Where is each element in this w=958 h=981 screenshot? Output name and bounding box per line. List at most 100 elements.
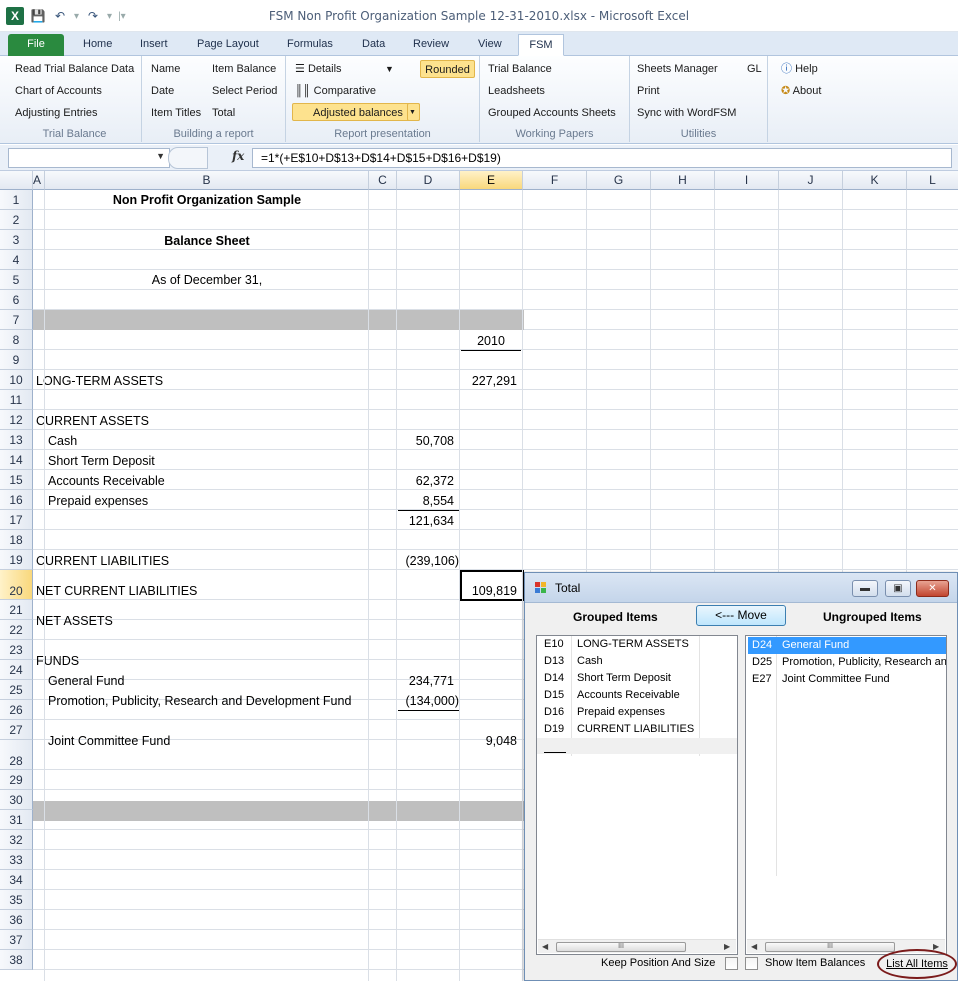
row-header[interactable]: 34 (0, 870, 33, 890)
insert-function-icon[interactable]: fx (232, 149, 244, 163)
row-header[interactable]: 31 (0, 810, 33, 830)
row-header[interactable]: 20 (0, 570, 33, 600)
column-header[interactable]: B (45, 171, 369, 190)
row-header[interactable]: 11 (0, 390, 33, 410)
horizontal-scrollbar[interactable]: ◀ III ▶ (538, 939, 736, 953)
tab-insert[interactable]: Insert (136, 34, 172, 56)
row-header[interactable]: 15 (0, 470, 33, 490)
scroll-thumb[interactable]: III (765, 942, 895, 952)
row-header[interactable]: 25 (0, 680, 33, 700)
row-header[interactable]: 27 (0, 720, 33, 740)
scroll-right-icon[interactable]: ▶ (724, 940, 730, 954)
row-header[interactable]: 29 (0, 770, 33, 790)
row-header[interactable]: 13 (0, 430, 33, 450)
select-period-button[interactable]: Select Period (209, 82, 280, 100)
ungrouped-items-list[interactable]: D24 General Fund D25 Promotion, Publicity,… (745, 635, 947, 955)
trial-balance-sheet-button[interactable]: Trial Balance (485, 60, 555, 78)
column-header[interactable]: L (907, 171, 958, 190)
close-button[interactable]: ✕ (916, 580, 949, 597)
help-button[interactable]: ⓘ Help (778, 60, 821, 78)
print-button[interactable]: Print (634, 82, 663, 100)
row-header[interactable]: 33 (0, 850, 33, 870)
row-header[interactable]: 17 (0, 510, 33, 530)
scroll-left-icon[interactable]: ◀ (542, 940, 548, 954)
column-header[interactable]: H (651, 171, 715, 190)
tab-file[interactable]: File (8, 34, 64, 56)
column-header[interactable]: D (397, 171, 460, 190)
row-header[interactable]: 30 (0, 790, 33, 810)
row-header[interactable]: 36 (0, 910, 33, 930)
row-header[interactable]: 5 (0, 270, 33, 290)
read-trial-balance-button[interactable]: Read Trial Balance Data (12, 60, 137, 78)
row-header[interactable]: 8 (0, 330, 33, 350)
row-header[interactable]: 1 (0, 190, 33, 210)
column-header[interactable]: A (33, 171, 45, 190)
column-header[interactable]: J (779, 171, 843, 190)
adjusting-entries-button[interactable]: Adjusting Entries (12, 104, 101, 122)
row-header[interactable]: 4 (0, 250, 33, 270)
tab-review[interactable]: Review (409, 34, 453, 56)
grouped-accounts-sheets-button[interactable]: Grouped Accounts Sheets (485, 104, 619, 122)
adjusted-dropdown-icon[interactable]: ▼ (407, 103, 420, 121)
total-button[interactable]: Total (209, 104, 238, 122)
item-balance-button[interactable]: Item Balance (209, 60, 279, 78)
details-button[interactable]: ☰ Details (292, 60, 345, 78)
row-header[interactable]: 21 (0, 600, 33, 620)
row-header[interactable]: 16 (0, 490, 33, 510)
adjusted-balances-button[interactable]: Adjusted balances (292, 103, 420, 121)
name-button[interactable]: Name (148, 60, 183, 78)
sync-wordfsm-button[interactable]: Sync with WordFSM (634, 104, 739, 122)
row-header[interactable]: 12 (0, 410, 33, 430)
formula-input[interactable]: =1*(+E$10+D$13+D$14+D$15+D$16+D$19) (252, 148, 952, 168)
row-header[interactable]: 2 (0, 210, 33, 230)
restore-button[interactable]: ▣ (885, 580, 911, 597)
column-header[interactable]: I (715, 171, 779, 190)
tab-page-layout[interactable]: Page Layout (193, 34, 263, 56)
list-all-items-link[interactable]: List All Items (877, 949, 957, 979)
row-header[interactable]: 28 (0, 740, 33, 770)
row-header[interactable]: 38 (0, 950, 33, 970)
row-header[interactable]: 26 (0, 700, 33, 720)
row-header[interactable]: 32 (0, 830, 33, 850)
move-button[interactable]: <--- Move (696, 605, 786, 626)
gl-button[interactable]: GL (744, 60, 765, 78)
row-header[interactable]: 24 (0, 660, 33, 680)
row-header[interactable]: 7 (0, 310, 33, 330)
row-header[interactable]: 23 (0, 640, 33, 660)
row-header[interactable]: 9 (0, 350, 33, 370)
tab-fsm[interactable]: FSM (518, 34, 564, 56)
select-all-corner[interactable] (0, 171, 33, 190)
row-header[interactable]: 22 (0, 620, 33, 640)
sheets-manager-button[interactable]: Sheets Manager (634, 60, 721, 78)
row-header[interactable]: 6 (0, 290, 33, 310)
tab-home[interactable]: Home (79, 34, 116, 56)
dialog-title-bar[interactable]: Total ▬ ▣ ✕ (525, 573, 957, 603)
date-button[interactable]: Date (148, 82, 177, 100)
name-box[interactable]: ▼ (8, 148, 170, 168)
scroll-left-icon[interactable]: ◀ (751, 940, 757, 954)
grouped-items-list[interactable]: E10 LONG-TERM ASSETS D13 Cash D14 Short Ter… (536, 635, 738, 955)
tab-formulas[interactable]: Formulas (283, 34, 337, 56)
formula-bar-splitter[interactable] (168, 147, 208, 169)
keep-position-checkbox[interactable] (725, 957, 738, 970)
show-balances-checkbox[interactable] (745, 957, 758, 970)
scroll-thumb[interactable]: III (556, 942, 686, 952)
row-header[interactable]: 10 (0, 370, 33, 390)
about-button[interactable]: ✪ About (778, 82, 824, 100)
tab-data[interactable]: Data (358, 34, 389, 56)
comparative-button[interactable]: ║║ Comparative (292, 82, 379, 100)
column-header[interactable]: F (523, 171, 587, 190)
row-header[interactable]: 18 (0, 530, 33, 550)
column-header[interactable]: K (843, 171, 907, 190)
minimize-button[interactable]: ▬ (852, 580, 878, 597)
chart-of-accounts-button[interactable]: Chart of Accounts (12, 82, 105, 100)
name-box-dropdown-icon[interactable]: ▼ (156, 151, 165, 161)
details-dropdown-icon[interactable]: ▼ (382, 60, 397, 78)
column-header[interactable]: G (587, 171, 651, 190)
row-header[interactable]: 35 (0, 890, 33, 910)
row-header[interactable]: 37 (0, 930, 33, 950)
row-header[interactable]: 14 (0, 450, 33, 470)
row-header[interactable]: 3 (0, 230, 33, 250)
column-header[interactable]: E (460, 171, 523, 190)
rounded-button[interactable]: Rounded (420, 60, 475, 78)
